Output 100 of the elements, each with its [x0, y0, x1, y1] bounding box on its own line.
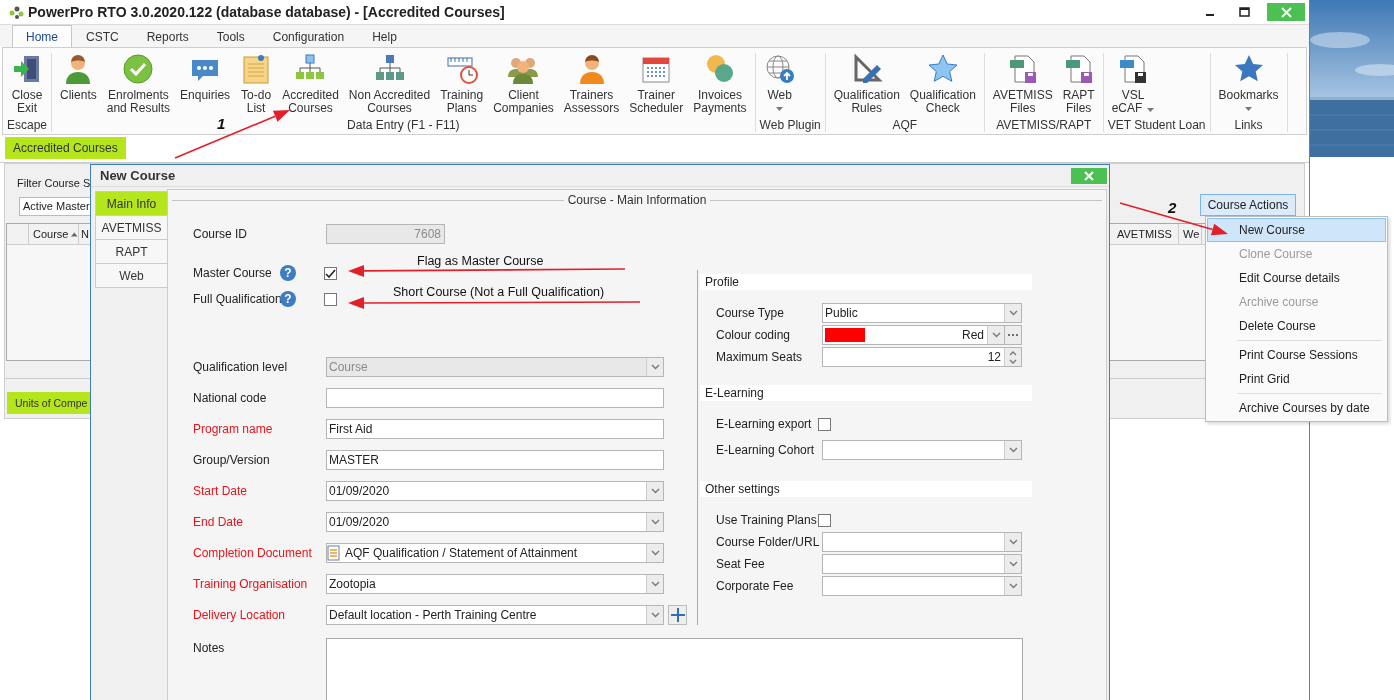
column-header[interactable]: Course: [29, 224, 79, 244]
dropdown-field[interactable]: [822, 440, 1022, 460]
caret-icon: [650, 363, 660, 370]
ribbon-tab[interactable]: Help: [358, 25, 411, 47]
ribbon-button[interactable]: Qualification Rules: [828, 53, 905, 118]
ribbon-button[interactable]: Enquiries: [175, 53, 236, 118]
dropdown-field[interactable]: Default location - Perth Training Centre: [326, 604, 664, 625]
globe-icon: [763, 53, 796, 85]
menu-item[interactable]: Archive Courses by date: [1207, 396, 1386, 420]
field-label: Training Organisation: [193, 576, 309, 591]
ribbon-button[interactable]: Invoices Payments: [688, 53, 752, 118]
notes-field[interactable]: [326, 638, 1023, 700]
ribbon-button[interactable]: AVETMISS Files: [987, 53, 1058, 118]
text-field[interactable]: First Aid: [326, 418, 664, 439]
group-label: Links: [1234, 118, 1263, 132]
close-button[interactable]: [1267, 3, 1305, 21]
ribbon-button[interactable]: Qualification Check: [904, 53, 981, 118]
ribbon-button[interactable]: Web: [758, 53, 801, 118]
ribbon-button[interactable]: Trainer Scheduler: [624, 53, 689, 118]
field-label: Course Folder/URL: [716, 535, 821, 549]
dropdown-field[interactable]: 01/09/2020: [326, 511, 664, 532]
ribbon-tab[interactable]: Tools: [202, 25, 259, 47]
field-label: Corporate Fee: [716, 579, 795, 593]
dropdown-field[interactable]: [822, 554, 1022, 574]
course-actions-button[interactable]: Course Actions: [1200, 194, 1296, 216]
dropdown-field[interactable]: [822, 576, 1022, 596]
ribbon-tab[interactable]: Reports: [132, 25, 203, 47]
menu-item[interactable]: Print Grid: [1207, 367, 1386, 391]
menu-item[interactable]: Edit Course details: [1207, 266, 1386, 290]
ribbon-tab[interactable]: CSTC: [72, 25, 133, 47]
dropdown-field[interactable]: [822, 532, 1022, 552]
ribbon-button[interactable]: Non Accredited Courses: [343, 53, 436, 118]
step-number: 1: [217, 115, 226, 132]
dropdown-field[interactable]: 01/09/2020: [326, 480, 664, 501]
field-label: E-Learning Cohort: [716, 443, 816, 457]
ribbon-button[interactable]: Accredited Courses: [277, 53, 344, 118]
field-label: Group/Version: [193, 452, 271, 467]
dialog-title: New Course: [99, 168, 177, 183]
field-label: Maximum Seats: [716, 350, 804, 364]
number-field[interactable]: 12: [822, 347, 1022, 367]
menu-item[interactable]: New Course: [1207, 218, 1386, 242]
ribbon-button[interactable]: To-do List: [235, 53, 278, 118]
side-tab[interactable]: AVETMISS: [95, 215, 167, 240]
field-label: Completion Document: [193, 545, 313, 560]
color-dropdown[interactable]: Red: [822, 325, 1005, 345]
ribbon-tab[interactable]: Home: [12, 25, 72, 47]
column-header[interactable]: N: [79, 224, 90, 244]
close-icon: [1084, 170, 1094, 181]
section-header: Profile: [700, 274, 1032, 290]
more-button[interactable]: [1005, 325, 1022, 345]
ribbon-button[interactable]: Trainers Assessors: [558, 53, 625, 118]
menu-item[interactable]: Delete Course: [1207, 314, 1386, 338]
caret-icon: [1147, 108, 1155, 112]
field-label: Delivery Location: [193, 607, 287, 622]
checkbox[interactable]: [324, 266, 337, 280]
side-tab[interactable]: Main Info: [95, 191, 167, 216]
ribbon-button[interactable]: Bookmarks: [1213, 53, 1284, 118]
checkmark-icon: [122, 53, 155, 85]
ribbon-button[interactable]: Enrolments and Results: [101, 53, 176, 118]
side-tab[interactable]: RAPT: [95, 239, 167, 264]
ribbon-button[interactable]: Clients: [55, 53, 102, 118]
side-tab[interactable]: Web: [95, 263, 167, 288]
ribbon-button[interactable]: RAPT Files: [1057, 53, 1100, 118]
dropdown-field[interactable]: Public: [822, 303, 1022, 323]
filter-label: Filter Course S: [17, 176, 91, 190]
checkbox[interactable]: [324, 292, 337, 306]
field-label: Notes: [193, 640, 226, 655]
column-header[interactable]: We: [1179, 224, 1202, 244]
ribbon-button[interactable]: Client Companies: [488, 53, 559, 118]
checkbox[interactable]: [818, 513, 831, 527]
dropdown-field[interactable]: Zootopia: [326, 573, 664, 594]
section-header: Other settings: [700, 481, 1032, 497]
text-field[interactable]: [326, 387, 664, 408]
menu-item[interactable]: Print Course Sessions: [1207, 343, 1386, 367]
sort-icon: [71, 231, 78, 237]
close-button[interactable]: [1071, 167, 1107, 184]
document-tab[interactable]: Accredited Courses: [5, 137, 126, 159]
text-field[interactable]: MASTER: [326, 449, 664, 470]
caret-icon: [650, 611, 660, 618]
dropdown-field[interactable]: AQF Qualification / Statement of Attainment: [326, 542, 664, 563]
file-icon: [1117, 53, 1149, 85]
help-button[interactable]: ?: [280, 265, 296, 281]
group-label: Escape: [7, 118, 48, 132]
checkbox[interactable]: [818, 417, 831, 431]
ribbon-button[interactable]: Training Plans: [435, 53, 489, 118]
field-label: Seat Fee: [716, 557, 766, 571]
ribbon-button[interactable]: VSL eCAF: [1106, 53, 1160, 118]
ribbon-button[interactable]: Close Exit: [6, 53, 48, 118]
add-button[interactable]: [668, 604, 687, 625]
step-number: 2: [1168, 199, 1177, 216]
group-label: Data Entry (F1 - F11): [347, 118, 460, 132]
filter-dropdown[interactable]: Active Master: [19, 197, 90, 216]
check-icon: [325, 268, 336, 278]
caret-icon: [1008, 447, 1018, 453]
help-button[interactable]: ?: [280, 291, 296, 307]
field-label: National code: [193, 390, 268, 405]
ribbon-tab[interactable]: Configuration: [258, 25, 359, 47]
maximize-icon: [1238, 7, 1250, 17]
panel-tab[interactable]: Units of Compe: [7, 392, 90, 414]
field-label: E-Learning export: [716, 417, 813, 431]
